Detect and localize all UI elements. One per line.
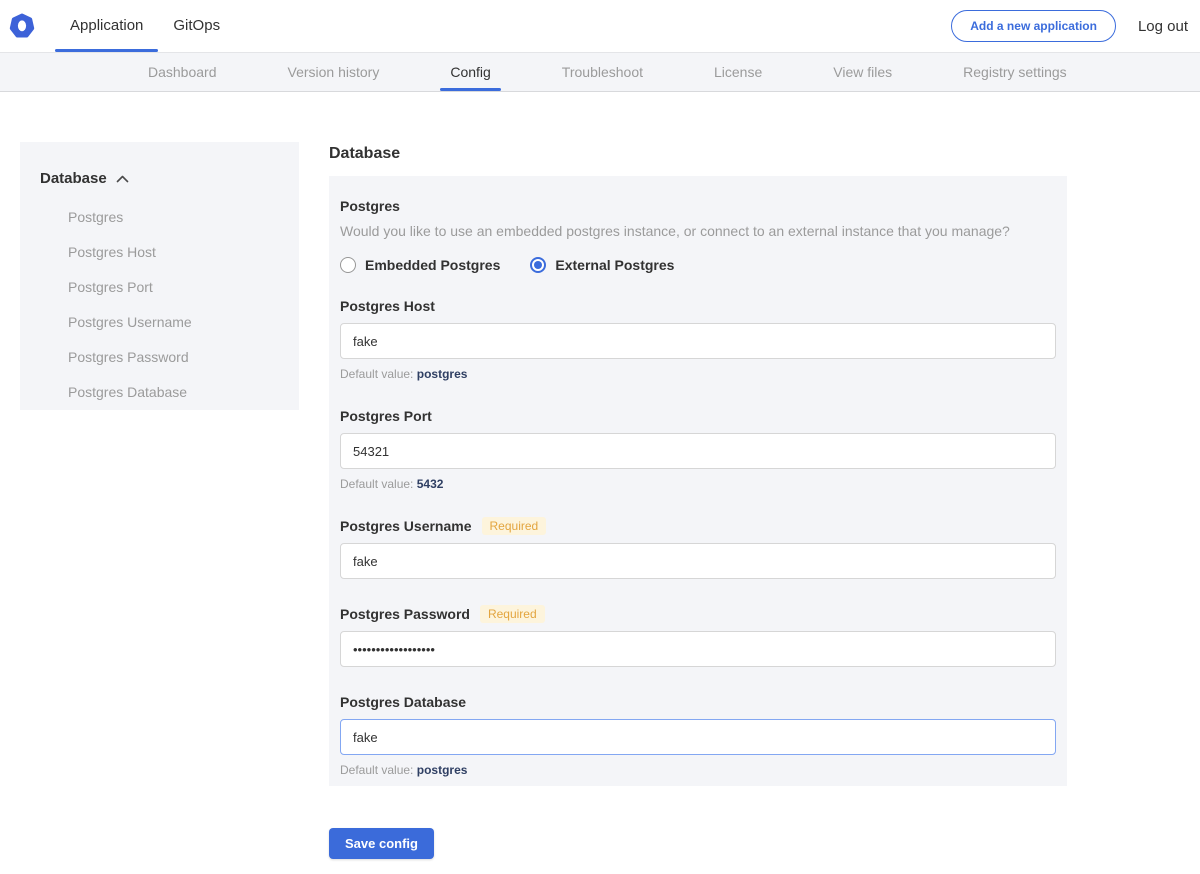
topnav-right: Add a new application Log out: [951, 0, 1188, 52]
required-badge: Required: [482, 517, 547, 535]
app-tabs: Application GitOps: [55, 0, 235, 52]
tab-application[interactable]: Application: [55, 0, 158, 52]
sidebar-item-postgres-username[interactable]: Postgres Username: [40, 305, 299, 340]
postgres-help-text: Would you like to use an embedded postgr…: [340, 223, 1056, 239]
logout-link[interactable]: Log out: [1138, 18, 1188, 35]
config-sidebar: Database Postgres Postgres Host Postgres…: [20, 142, 299, 410]
sidebar-item-postgres-password[interactable]: Postgres Password: [40, 340, 299, 375]
radio-unselected-icon: [340, 257, 356, 273]
app-logo-icon: [9, 13, 35, 39]
chevron-up-icon: [116, 175, 129, 183]
default-value: 5432: [417, 477, 444, 491]
top-navigation: Application GitOps Add a new application…: [0, 0, 1200, 52]
postgres-port-label: Postgres Port: [340, 407, 432, 425]
subnav-item-view-files[interactable]: View files: [827, 53, 898, 91]
subnav-item-version-history[interactable]: Version history: [282, 53, 386, 91]
subnav-item-registry-settings[interactable]: Registry settings: [957, 53, 1072, 91]
postgres-port-default-hint: Default value: 5432: [340, 477, 1056, 491]
app-section-navigation: Dashboard Version history Config Trouble…: [0, 52, 1200, 92]
save-config-button[interactable]: Save config: [329, 828, 434, 859]
default-value: postgres: [417, 367, 468, 381]
field-postgres-username: Postgres Username Required: [340, 517, 1056, 579]
postgres-radio-group: Embedded Postgres External Postgres: [340, 257, 1056, 273]
external-postgres-radio[interactable]: External Postgres: [530, 257, 674, 273]
postgres-host-default-hint: Default value: postgres: [340, 367, 1056, 381]
postgres-host-input[interactable]: [340, 323, 1056, 359]
postgres-database-input[interactable]: [340, 719, 1056, 755]
postgres-database-label: Postgres Database: [340, 693, 466, 711]
external-postgres-radio-label: External Postgres: [555, 257, 674, 273]
postgres-group-label: Postgres: [340, 198, 1056, 214]
field-postgres-host: Postgres Host Default value: postgres: [340, 297, 1056, 381]
postgres-username-label: Postgres Username: [340, 517, 472, 535]
postgres-host-label: Postgres Host: [340, 297, 435, 315]
subnav-item-license[interactable]: License: [708, 53, 768, 91]
field-postgres-port: Postgres Port Default value: 5432: [340, 407, 1056, 491]
subnav-item-dashboard[interactable]: Dashboard: [142, 53, 223, 91]
postgres-port-input[interactable]: [340, 433, 1056, 469]
postgres-password-input[interactable]: [340, 631, 1056, 667]
add-new-application-button[interactable]: Add a new application: [951, 10, 1116, 42]
config-main: Database Postgres Would you like to use …: [329, 145, 1067, 859]
default-value: postgres: [417, 763, 468, 777]
field-postgres-database: Postgres Database Default value: postgre…: [340, 693, 1056, 777]
embedded-postgres-radio[interactable]: Embedded Postgres: [340, 257, 500, 273]
sidebar-item-postgres-host[interactable]: Postgres Host: [40, 235, 299, 270]
sidebar-item-list: Postgres Postgres Host Postgres Port Pos…: [40, 200, 299, 410]
subnav-item-config[interactable]: Config: [444, 53, 496, 91]
postgres-database-default-hint: Default value: postgres: [340, 763, 1056, 777]
field-postgres-password: Postgres Password Required: [340, 605, 1056, 667]
sidebar-item-postgres-database[interactable]: Postgres Database: [40, 375, 299, 410]
postgres-username-input[interactable]: [340, 543, 1056, 579]
config-group-card: Postgres Would you like to use an embedd…: [329, 176, 1067, 786]
tab-gitops[interactable]: GitOps: [158, 0, 235, 52]
subnav-item-troubleshoot[interactable]: Troubleshoot: [556, 53, 649, 91]
page-title: Database: [329, 145, 1067, 162]
postgres-password-label: Postgres Password: [340, 605, 470, 623]
sidebar-item-postgres[interactable]: Postgres: [40, 200, 299, 235]
embedded-postgres-radio-label: Embedded Postgres: [365, 257, 500, 273]
required-badge: Required: [480, 605, 545, 623]
sidebar-group-label: Database: [40, 170, 107, 187]
radio-selected-icon: [530, 257, 546, 273]
sidebar-group-database[interactable]: Database: [40, 170, 299, 187]
sidebar-item-postgres-port[interactable]: Postgres Port: [40, 270, 299, 305]
